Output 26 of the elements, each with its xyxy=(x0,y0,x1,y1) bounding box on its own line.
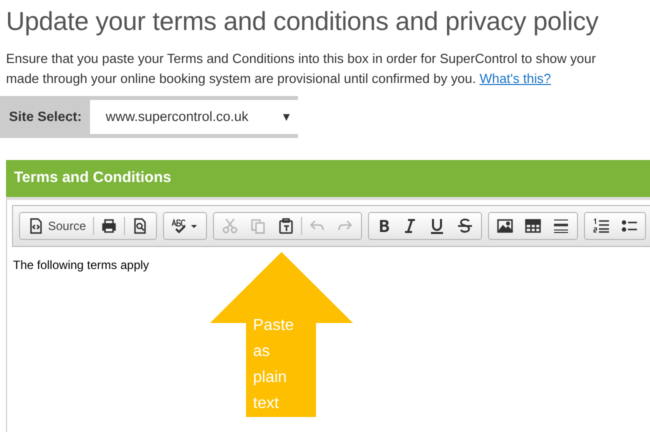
editor-text: The following terms apply xyxy=(12,257,150,274)
cut-icon xyxy=(222,218,238,234)
site-select-label: Site Select: xyxy=(9,108,82,126)
paste-icon xyxy=(278,218,294,234)
bulleted-list-icon xyxy=(621,218,638,234)
strikethrough-icon xyxy=(457,218,474,234)
italic-icon xyxy=(403,218,418,234)
horizontal-rule-icon xyxy=(553,218,570,234)
spellcheck-icon xyxy=(172,218,198,234)
callout-text: Paste as plain text xyxy=(253,316,295,414)
source-icon xyxy=(28,218,44,234)
panel-header: Terms and Conditions xyxy=(6,160,650,197)
print-icon xyxy=(101,218,118,234)
intro-text: made through your online booking system are provisional until confirmed by you. xyxy=(6,71,476,86)
table-icon xyxy=(525,218,542,234)
copy-icon xyxy=(250,218,266,234)
underline-icon xyxy=(429,218,446,234)
site-select-dropdown[interactable]: www.supercontrol.co.uk ▾ xyxy=(90,100,298,134)
image-icon xyxy=(497,218,514,234)
help-link[interactable]: What's this? xyxy=(480,71,551,86)
page-title: Update your terms and conditions and privacy policy xyxy=(5,5,600,38)
intro-text: Ensure that you paste your Terms and Conditions into this box in order for SuperControl to show your xyxy=(6,51,596,66)
source-button[interactable]: Source xyxy=(23,214,92,238)
numbered-list-icon xyxy=(593,218,610,234)
bold-icon xyxy=(377,218,392,234)
preview-icon xyxy=(132,218,148,234)
